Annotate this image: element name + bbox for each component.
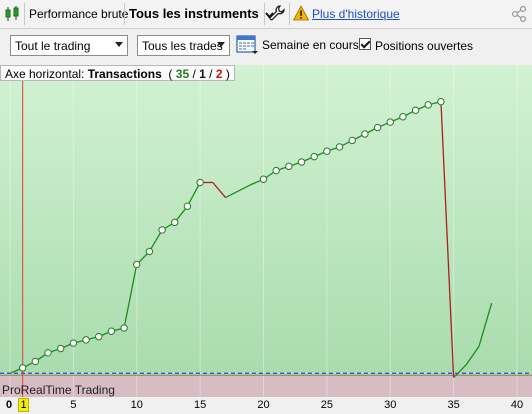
trade-marker bbox=[31, 357, 40, 366]
trade-marker bbox=[44, 349, 52, 357]
trade-marker bbox=[133, 260, 141, 269]
trade-marker bbox=[310, 152, 318, 161]
instrument-selector[interactable]: Tous les instruments bbox=[129, 6, 275, 22]
trade-marker bbox=[171, 218, 179, 227]
cursor-position-marker[interactable]: 1 bbox=[18, 398, 29, 412]
trading-scope-select[interactable]: Tout le trading bbox=[10, 35, 128, 56]
horizontal-axis-label: Axe horizontal: Transactions ( 35 / 1 / … bbox=[0, 65, 235, 81]
count-separator: / bbox=[189, 67, 200, 81]
trade-marker bbox=[145, 247, 154, 256]
open-positions-checkbox[interactable] bbox=[359, 38, 371, 50]
axis-name: Transactions bbox=[87, 67, 162, 81]
trade-marker bbox=[373, 123, 382, 132]
x-tick-label: 35 bbox=[447, 399, 460, 411]
trade-marker bbox=[69, 339, 78, 347]
share-icon[interactable] bbox=[511, 5, 527, 25]
x-tick-label: 10 bbox=[130, 399, 143, 411]
trade-marker bbox=[57, 344, 65, 353]
equity-chart[interactable] bbox=[0, 65, 532, 397]
equity-chart-svg bbox=[0, 65, 532, 397]
toolbar-divider bbox=[124, 3, 125, 25]
chevron-down-icon bbox=[217, 42, 225, 47]
trade-marker bbox=[82, 336, 90, 344]
trade-type-select[interactable]: Tous les trades bbox=[137, 35, 230, 56]
count-losing: 2 bbox=[215, 67, 223, 81]
trade-marker bbox=[399, 113, 407, 121]
trade-marker bbox=[386, 118, 394, 126]
toolbar-divider bbox=[264, 3, 265, 25]
trade-marker bbox=[107, 327, 116, 335]
trade-marker bbox=[18, 364, 27, 372]
trade-marker bbox=[424, 101, 432, 109]
warning-icon bbox=[292, 5, 310, 24]
candlestick-chart-icon[interactable] bbox=[4, 5, 22, 26]
paren-close: ) bbox=[222, 67, 230, 81]
trade-marker bbox=[437, 97, 445, 106]
trade-marker bbox=[285, 162, 293, 171]
trade-marker bbox=[272, 166, 280, 175]
x-tick-label: 15 bbox=[194, 399, 207, 411]
trade-marker bbox=[120, 324, 128, 332]
trade-marker bbox=[361, 130, 369, 138]
count-separator: / bbox=[205, 67, 216, 81]
trade-marker bbox=[348, 136, 356, 145]
performance-view-label[interactable]: Performance brute bbox=[29, 7, 128, 21]
trade-marker bbox=[335, 143, 344, 151]
trade-marker bbox=[183, 202, 192, 210]
count-neutral: 1 bbox=[199, 67, 206, 81]
trade-marker bbox=[411, 106, 420, 114]
trade-marker bbox=[158, 226, 166, 234]
paren-open: ( bbox=[168, 67, 176, 81]
x-tick-label: 40 bbox=[510, 399, 524, 411]
x-tick-label: 30 bbox=[384, 399, 397, 411]
gain-zone bbox=[0, 65, 532, 374]
x-tick-label: 20 bbox=[257, 399, 270, 411]
period-label[interactable]: Semaine en cours bbox=[262, 38, 359, 52]
toolbar-divider bbox=[24, 3, 25, 25]
trade-marker bbox=[196, 178, 204, 187]
watermark: ProRealTime Trading bbox=[2, 383, 115, 397]
instrument-selector-label: Tous les instruments bbox=[129, 6, 259, 21]
x-tick-label: 25 bbox=[320, 399, 333, 411]
open-positions-label[interactable]: Positions ouvertes bbox=[375, 39, 473, 53]
trade-marker bbox=[297, 158, 306, 166]
toolbar-divider bbox=[289, 3, 290, 25]
trade-type-value: Tous les trades bbox=[142, 39, 223, 53]
trade-marker bbox=[323, 147, 331, 155]
filter-bar: Tout le trading Tous les trades Semaine … bbox=[0, 29, 532, 65]
trading-scope-value: Tout le trading bbox=[15, 39, 91, 53]
count-winning: 35 bbox=[175, 67, 190, 81]
more-history-link[interactable]: Plus d'historique bbox=[312, 7, 400, 21]
calendar-icon[interactable] bbox=[236, 33, 258, 58]
x-tick-label: 5 bbox=[70, 399, 77, 411]
wrench-icon[interactable] bbox=[269, 5, 285, 24]
x-axis: 0 5 10 15 20 25 30 35 40 1 bbox=[0, 397, 532, 414]
trade-marker bbox=[95, 332, 103, 341]
chevron-down-icon bbox=[115, 42, 123, 47]
trade-marker bbox=[259, 175, 268, 183]
toolbar: Performance brute Tous les instruments P… bbox=[0, 0, 532, 29]
x-tick-label: 0 bbox=[6, 399, 13, 411]
axis-prefix: Axe horizontal: bbox=[5, 67, 88, 81]
